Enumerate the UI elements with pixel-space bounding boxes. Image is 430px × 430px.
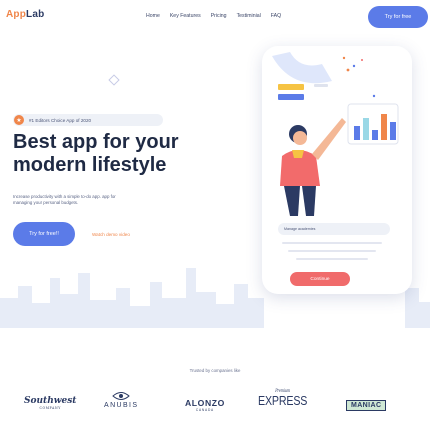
header-try-button[interactable]: Try for free — [368, 6, 428, 28]
brand-name: MANIAC — [351, 402, 382, 409]
brand-logo-southwest: Southwest COMPANY — [24, 396, 76, 410]
subtext-line-2: managing your personal budgets. — [13, 200, 79, 205]
headline-line-2: modern lifestyle — [13, 154, 167, 176]
placeholder-line — [296, 258, 368, 260]
hero-subtext: Increase productivity with a simple to-d… — [13, 194, 223, 206]
phone-illustration — [272, 52, 399, 216]
brand-name: ALONZO — [185, 398, 225, 408]
hero-headline: Best app for your modern lifestyle — [13, 131, 253, 177]
brand-subtitle: CANADA — [195, 408, 214, 412]
logo-prefix: App — [6, 9, 27, 20]
continue-button[interactable]: Continue — [290, 272, 350, 286]
brand-logo-express: Premium EXPRESS — [258, 388, 307, 408]
brand-name: ANUBIS — [104, 402, 139, 409]
brand-logo-alonzo: ALONZO CANADA — [185, 398, 225, 412]
nav-home[interactable]: Home — [146, 13, 160, 19]
logo-suffix: Lab — [26, 9, 45, 20]
nav-faq[interactable]: FAQ — [271, 13, 281, 19]
brand-logo-maniac: MANIAC — [346, 400, 387, 411]
site-header: AppLab Home Key Features Pricing Testimi… — [0, 0, 430, 34]
brand-subtitle: COMPANY — [39, 406, 61, 410]
brand-name: EXPRESS — [258, 393, 308, 408]
award-icon: ★ — [14, 115, 24, 125]
nav-key-features[interactable]: Key Features — [170, 13, 201, 19]
headline-line-1: Best app for your — [13, 131, 179, 153]
subtext-line-1: Increase productivity with a simple to-d… — [13, 194, 116, 199]
badge-text: #1 Editors Choice App of 2020 — [29, 117, 92, 123]
app-logo[interactable]: AppLab — [6, 9, 44, 20]
brand-logo-anubis: ANUBIS — [104, 391, 138, 409]
main-nav: Home Key Features Pricing Testiminial FA… — [146, 13, 281, 19]
hero-try-button[interactable]: Try for free!! — [13, 222, 75, 246]
editors-choice-badge: ★ #1 Editors Choice App of 2020 — [13, 114, 163, 126]
placeholder-line — [288, 250, 376, 252]
trusted-by-label: Trusted by companies like — [189, 368, 241, 373]
placeholder-line — [282, 242, 382, 244]
manage-label: Manage academies — [284, 227, 316, 231]
phone-mockup: Manage academies Continue — [262, 46, 412, 294]
decorative-diamond-icon — [108, 74, 120, 86]
nav-pricing[interactable]: Pricing — [211, 13, 227, 19]
nav-testimonial[interactable]: Testiminial — [237, 13, 261, 19]
eye-icon — [112, 392, 130, 400]
watch-demo-link[interactable]: Watch demo video — [92, 232, 130, 237]
brand-name: Southwest — [24, 396, 77, 406]
manage-academies-row[interactable]: Manage academies — [278, 223, 390, 235]
